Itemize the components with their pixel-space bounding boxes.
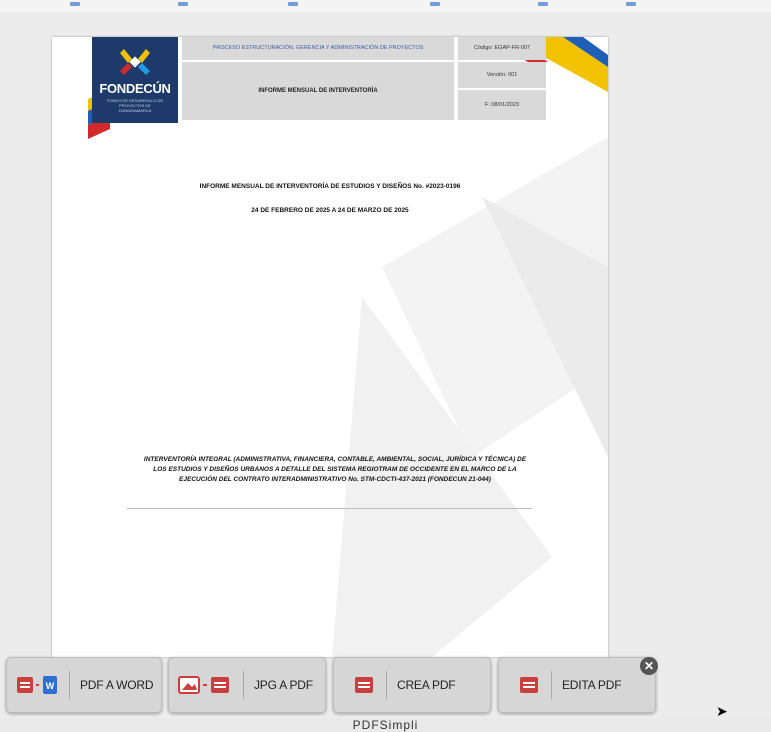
header-title: INFORME MENSUAL DE INTERVENTORÍA — [182, 62, 454, 120]
edit-pdf-label: EDITA PDF — [562, 678, 622, 692]
header-date: F: 08/01/2023 — [458, 90, 546, 120]
fondecun-logo: FONDECÚN FONDO DE DESARROLLO DE PROYECTO… — [92, 37, 178, 123]
header-process: PROCESO ESTRUCTURACIÓN, GERENCIA Y ADMIN… — [182, 37, 454, 60]
button-divider — [243, 671, 244, 699]
watermark-graphic — [332, 137, 608, 657]
header-code: Código: EGAP-FR-007 — [458, 37, 546, 60]
pdf-to-word-icon: W — [7, 673, 59, 697]
jpg-to-pdf-button[interactable]: JPG A PDF — [168, 657, 326, 713]
header-version: Versión: 001 — [458, 62, 546, 88]
jpg-to-pdf-label: JPG A PDF — [254, 678, 313, 692]
divider — [127, 508, 532, 509]
pdfsimpli-action-bar: W PDF A WORD JPG A PDF CREA PDF EDITA PD… — [0, 643, 771, 732]
logo-tagline: FONDO DE DESARROLLO DE PROYECTOS DE CUND… — [106, 98, 164, 113]
pdf-to-word-button[interactable]: W PDF A WORD — [6, 657, 162, 713]
jpg-to-pdf-icon — [169, 673, 233, 697]
svg-text:W: W — [46, 681, 55, 691]
create-pdf-button[interactable]: CREA PDF — [333, 657, 491, 713]
browser-toolbar — [0, 0, 771, 12]
button-divider — [551, 671, 552, 699]
edit-pdf-icon — [499, 673, 541, 697]
report-period: 24 DE FEBRERO DE 2025 A 24 DE MARZO DE 2… — [251, 207, 409, 214]
document-header-table: PROCESO ESTRUCTURACIÓN, GERENCIA Y ADMIN… — [182, 37, 548, 122]
pdf-file-icon — [520, 677, 538, 693]
pdf-file-icon: W — [17, 676, 57, 694]
report-title: INFORME MENSUAL DE INTERVENTORÍA DE ESTU… — [199, 183, 461, 190]
image-to-pdf-icon — [178, 676, 229, 694]
logo-mark-icon — [120, 49, 150, 75]
pdf-to-word-label: PDF A WORD — [80, 678, 154, 692]
pdf-file-icon — [355, 677, 373, 693]
create-pdf-label: CREA PDF — [397, 678, 456, 692]
button-divider — [69, 671, 70, 699]
mouse-cursor-icon: ➤ — [716, 703, 728, 719]
pdf-page: FONDECÚN FONDO DE DESARROLLO DE PROYECTO… — [52, 37, 608, 657]
project-description: INTERVENTORÍA INTEGRAL (ADMINISTRATIVA, … — [143, 456, 527, 483]
create-pdf-icon — [334, 673, 376, 697]
pdf-viewer[interactable]: FONDECÚN FONDO DE DESARROLLO DE PROYECTO… — [0, 12, 771, 732]
pdfsimpli-brand[interactable]: PDFSimpli — [0, 718, 771, 732]
logo-name: FONDECÚN — [99, 81, 171, 96]
button-divider — [386, 671, 387, 699]
close-icon[interactable]: ✕ — [640, 657, 658, 675]
edit-pdf-button[interactable]: EDITA PDF — [498, 657, 656, 713]
